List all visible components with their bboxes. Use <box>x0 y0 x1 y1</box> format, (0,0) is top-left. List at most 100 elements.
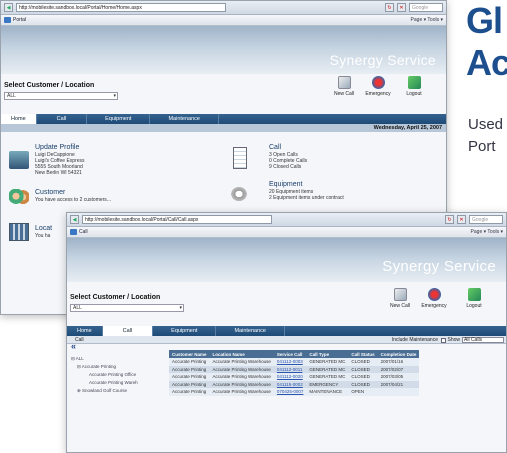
column-header[interactable]: Completion Date <box>377 350 420 358</box>
table-cell: OPEN <box>348 388 378 396</box>
tab-call[interactable]: Call <box>70 229 88 235</box>
new-call-button[interactable]: New Call <box>385 288 415 309</box>
tree-item[interactable]: Accurate Printing Wareh <box>71 379 138 387</box>
tab-portal-label: Portal <box>13 17 27 23</box>
table-cell: Accurate Printing <box>169 380 210 388</box>
refresh-icon[interactable]: ↻ <box>385 3 394 12</box>
new-call-button[interactable]: New Call <box>329 76 359 97</box>
column-header[interactable]: Call Type <box>306 350 349 358</box>
tab-call-label: Call <box>79 229 88 235</box>
header-banner: Synergy Service <box>1 26 446 74</box>
service-call-link[interactable]: 070425-0007 <box>277 389 304 394</box>
browser-tools-menu[interactable]: Page ▾ Tools ▾ <box>471 229 503 235</box>
nav-call[interactable]: Call <box>37 114 88 124</box>
stop-icon[interactable]: ✕ <box>397 3 406 12</box>
customer-line: You have access to 2 customers... <box>35 197 111 203</box>
location-line: You ha <box>35 233 51 239</box>
brand-title: Synergy Service <box>382 258 496 275</box>
browser-tools-menu[interactable]: Page ▾ Tools ▾ <box>411 17 443 23</box>
logout-label: Logout <box>406 91 422 97</box>
browser-toolbar: ◀ http://mobilesite.sandbox.local/Portal… <box>1 1 446 15</box>
tree-item-label: Accurate Printing Wareh <box>89 380 138 385</box>
include-maintenance-label: Include Maintenance <box>391 337 438 343</box>
table-cell: Accurate Printing Warehouse <box>209 380 274 388</box>
call-card-icon <box>233 147 247 169</box>
table-row: Accurate Printing Accurate Printing Ware… <box>169 373 420 381</box>
location-tree: ⊟ ALL ⊟ Accurate Printing Accurate Print… <box>71 355 138 395</box>
nav-call[interactable]: Call <box>102 326 154 336</box>
location-title[interactable]: Locat <box>35 225 52 233</box>
nav-home[interactable]: Home <box>1 114 37 124</box>
table-cell: CLOSED <box>348 380 378 388</box>
column-header[interactable]: Location Name <box>209 350 274 358</box>
browser-window-call: ◀ http://mobilesite.sandbox.local/Portal… <box>66 212 507 453</box>
logout-icon <box>407 76 421 89</box>
address-bar[interactable]: http://mobilesite.sandbox.local/Portal/C… <box>82 215 272 224</box>
tree-item[interactable]: ⊟ ALL <box>71 355 138 363</box>
service-call-link[interactable]: 041112-0011 <box>277 367 303 372</box>
call-title[interactable]: Call <box>269 144 307 152</box>
browser-tabbar: Call Page ▾ Tools ▾ <box>67 227 506 238</box>
customer-card-icon <box>9 189 29 207</box>
customer-select-area: Select Customer / Location ALL New Call … <box>67 282 506 326</box>
table-cell: Accurate Printing <box>169 388 210 396</box>
table-cell: 2007/02/07 <box>377 365 420 373</box>
select-customer-label: Select Customer / Location <box>70 294 161 301</box>
emergency-button[interactable]: Emergency <box>363 76 393 97</box>
table-cell: Accurate Printing Warehouse <box>209 388 274 396</box>
doc-text-line2: Port <box>468 138 496 155</box>
collapse-icon[interactable]: « <box>71 341 76 351</box>
column-header[interactable]: Customer Name <box>169 350 210 358</box>
back-icon[interactable]: ◀ <box>70 215 79 224</box>
table-cell: Accurate Printing Warehouse <box>209 365 274 373</box>
nav-home[interactable]: Home <box>67 326 103 336</box>
table-cell: GENERATED MC <box>306 358 349 366</box>
customer-select[interactable]: ALL <box>70 304 184 312</box>
table-cell: CLOSED <box>348 365 378 373</box>
table-row: Accurate Printing Accurate Printing Ware… <box>169 358 420 366</box>
page-icon <box>4 17 11 23</box>
table-cell: 2007/03/05 <box>377 373 420 381</box>
tree-item[interactable]: ⊟ Accurate Printing <box>71 363 138 371</box>
customer-title[interactable]: Customer <box>35 189 111 197</box>
table-cell: GENERATED MC <box>306 365 349 373</box>
service-call-link[interactable]: 041112-0020 <box>277 374 303 379</box>
nav-maintenance[interactable]: Maintenance <box>216 326 285 336</box>
address-bar[interactable]: http://mobilesite.sandbox.local/Portal/H… <box>16 3 226 12</box>
new-call-icon <box>393 288 407 301</box>
logout-icon <box>467 288 481 301</box>
nav-maintenance[interactable]: Maintenance <box>150 114 219 124</box>
back-icon[interactable]: ◀ <box>4 3 13 12</box>
equipment-title[interactable]: Equipment <box>269 181 344 189</box>
column-header[interactable]: Call Status <box>348 350 378 358</box>
main-nav: Home Call Equipment Maintenance <box>67 326 506 336</box>
brand-title: Synergy Service <box>329 52 436 68</box>
search-input[interactable]: Google <box>409 3 443 12</box>
tree-item[interactable]: ⊕ Snowland Golf Course <box>71 387 138 395</box>
nav-equipment[interactable]: Equipment <box>153 326 217 336</box>
customer-select[interactable]: ALL <box>4 92 118 100</box>
include-maintenance-checkbox[interactable] <box>441 338 446 343</box>
service-call-link[interactable]: 041112-0003 <box>277 359 303 364</box>
search-input[interactable]: Google <box>469 215 503 224</box>
show-select[interactable]: All Calls <box>462 337 504 343</box>
nav-equipment[interactable]: Equipment <box>87 114 151 124</box>
emergency-icon <box>427 288 441 301</box>
column-header[interactable]: Service Call <box>273 350 307 358</box>
table-cell: 2007/04/21 <box>377 380 420 388</box>
new-call-label: New Call <box>333 91 354 97</box>
logout-button[interactable]: Logout <box>459 288 489 309</box>
location-card: Locat You ha <box>35 225 52 239</box>
refresh-icon[interactable]: ↻ <box>445 215 454 224</box>
table-cell: Accurate Printing Warehouse <box>209 373 274 381</box>
calls-table: Customer Name Location Name Service Call… <box>169 350 420 396</box>
table-cell: MAINTENANCE <box>306 388 349 396</box>
tab-portal[interactable]: Portal <box>4 17 26 23</box>
emergency-button[interactable]: Emergency <box>419 288 449 309</box>
tree-item[interactable]: Accurate Printing Office <box>71 371 138 379</box>
stop-icon[interactable]: ✕ <box>457 215 466 224</box>
doc-heading-line1: Gl <box>466 0 503 41</box>
logout-button[interactable]: Logout <box>399 76 429 97</box>
profile-title[interactable]: Update Profile <box>35 144 85 152</box>
service-call-link[interactable]: 041115-0002 <box>277 382 303 387</box>
